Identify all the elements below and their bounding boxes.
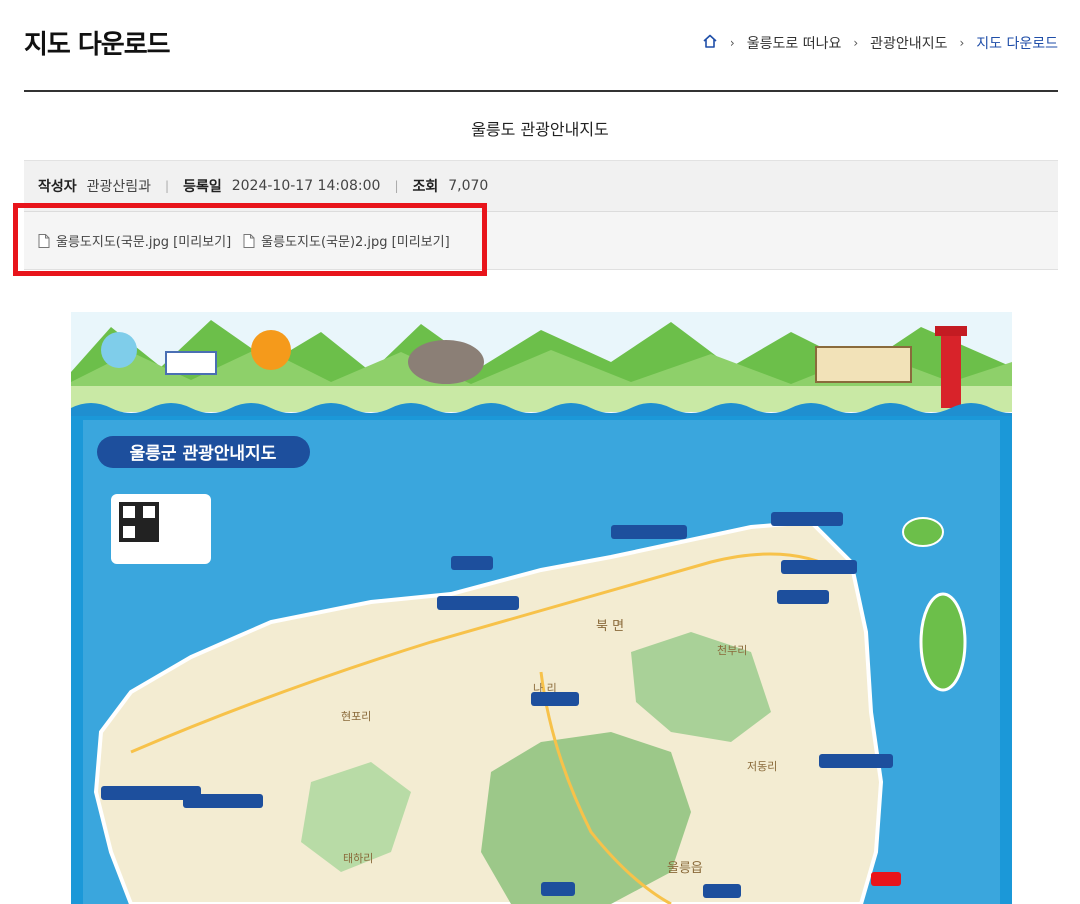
views-label: 조회 [412, 179, 439, 195]
meta-divider: | [165, 179, 170, 193]
date-value: 2024-10-17 14:08:00 [231, 178, 381, 194]
attachment-link-1[interactable]: 울릉도지도(국문.jpg [미리보기] [38, 231, 231, 250]
breadcrumb-item-tour-map[interactable]: 관광안내지도 [870, 33, 947, 53]
attachment-name: 울릉도지도(국문)2.jpg [미리보기] [261, 235, 450, 250]
post-title: 울릉도 관광안내지도 [471, 120, 609, 139]
page-header: 지도 다운로드 › 울릉도로 떠나요 › 관광안내지도 › 지도 다운로드 [24, 0, 1058, 92]
file-icon [38, 233, 50, 248]
region-label: 현포리 [341, 710, 371, 723]
chevron-right-icon: › [853, 36, 859, 50]
attachment-list: 울릉도지도(국문.jpg [미리보기] 울릉도지도(국문)2.jpg [미리보기… [24, 212, 1058, 270]
breadcrumb-item-current[interactable]: 지도 다운로드 [976, 33, 1058, 53]
attachment-name: 울릉도지도(국문.jpg [미리보기] [56, 235, 232, 250]
region-label: 저동리 [747, 760, 777, 773]
region-label: 천부리 [717, 643, 747, 657]
date-label: 등록일 [183, 179, 222, 195]
home-icon[interactable] [702, 33, 718, 53]
post-meta: 작성자 관광산림과 | 등록일 2024-10-17 14:08:00 | 조회… [24, 160, 1058, 212]
tour-map-illustration: 울릉군 관광안내지도 북 면 천부리 나 리 현포리 저동리 태하리 울릉읍 [71, 312, 1012, 904]
author-value: 관광산림과 [86, 179, 152, 195]
attachment-link-2[interactable]: 울릉도지도(국문)2.jpg [미리보기] [243, 231, 450, 250]
breadcrumb: › 울릉도로 떠나요 › 관광안내지도 › 지도 다운로드 [702, 33, 1058, 53]
chevron-right-icon: › [729, 36, 735, 50]
region-label: 태하리 [343, 851, 373, 865]
region-label: 북 면 [596, 619, 624, 634]
views-value: 7,070 [448, 178, 489, 194]
chevron-right-icon: › [959, 36, 965, 50]
region-label: 울릉읍 [667, 861, 703, 876]
page-title: 지도 다운로드 [24, 30, 171, 60]
author-label: 작성자 [38, 179, 77, 195]
map-title: 울릉군 관광안내지도 [130, 444, 277, 464]
file-icon [243, 233, 255, 248]
tour-map-image: 울릉군 관광안내지도 북 면 천부리 나 리 현포리 저동리 태하리 울릉읍 [71, 312, 1012, 904]
meta-divider: | [394, 179, 399, 193]
breadcrumb-item-travel[interactable]: 울릉도로 떠나요 [747, 33, 842, 53]
